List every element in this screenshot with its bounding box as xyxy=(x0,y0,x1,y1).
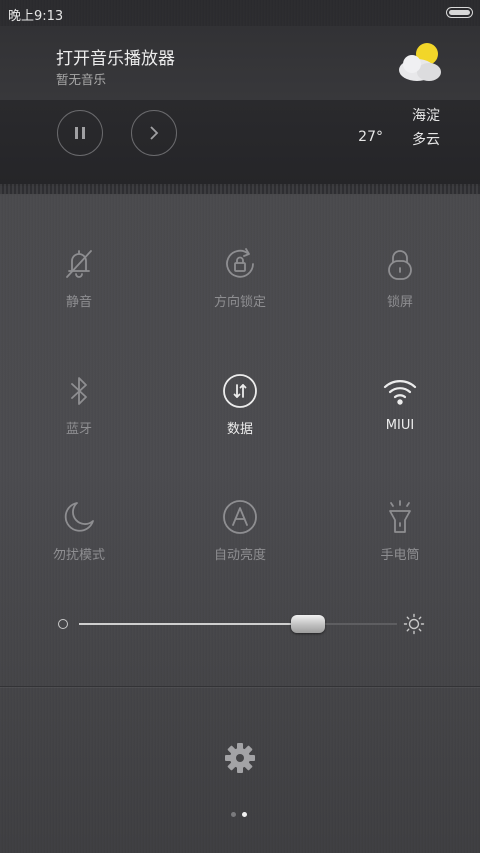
brightness-high-icon xyxy=(403,613,425,635)
brightness-slider[interactable] xyxy=(56,612,426,636)
weather-condition: 多云 xyxy=(412,132,440,148)
toggle-wifi[interactable]: MIUI xyxy=(335,373,465,453)
toggle-auto-brightness[interactable]: 自动亮度 xyxy=(175,499,305,579)
toggle-bluetooth[interactable]: 蓝牙 xyxy=(14,373,144,453)
toggle-label: MIUI xyxy=(385,418,415,433)
brightness-low-icon xyxy=(58,619,68,629)
partly-cloudy-icon[interactable] xyxy=(395,40,445,84)
chevron-right-icon xyxy=(150,126,159,140)
slider-fill xyxy=(79,623,308,625)
panel-divider xyxy=(0,184,480,194)
toggle-mobile-data[interactable]: 数据 xyxy=(175,373,305,453)
next-button[interactable] xyxy=(131,110,177,156)
status-time: 晚上9:13 xyxy=(8,9,64,24)
toggle-do-not-disturb[interactable]: 勿扰模式 xyxy=(14,499,144,579)
music-title[interactable]: 打开音乐播放器 xyxy=(56,44,175,69)
battery-icon xyxy=(446,7,473,18)
toggle-label: 方向锁定 xyxy=(213,295,266,310)
bell-off-icon xyxy=(66,250,92,278)
slider-thumb[interactable] xyxy=(290,615,325,633)
toggle-label: 锁屏 xyxy=(386,295,413,310)
auto-brightness-icon xyxy=(223,500,257,534)
notification-shade: 晚上9:13 打开音乐播放器 暂无音乐 海淀 27° 多云 静音 方向锁定 锁屏… xyxy=(0,0,480,853)
toggle-label: 蓝牙 xyxy=(65,422,92,437)
status-bar: 晚上9:13 xyxy=(0,0,480,26)
toggle-label: 自动亮度 xyxy=(213,548,266,563)
page-dot xyxy=(231,812,236,817)
gear-icon[interactable] xyxy=(224,742,256,774)
rotation-lock-icon xyxy=(226,248,254,278)
toggle-lock-screen[interactable]: 锁屏 xyxy=(335,246,465,326)
mobile-data-icon xyxy=(223,374,257,408)
bluetooth-icon xyxy=(71,377,87,405)
pause-icon xyxy=(75,127,85,139)
toggle-mute[interactable]: 静音 xyxy=(14,246,144,326)
toggle-label: 静音 xyxy=(65,295,92,310)
lock-icon xyxy=(388,250,412,280)
page-indicator xyxy=(229,812,251,818)
battery-level xyxy=(449,10,470,15)
toggle-label: 手电筒 xyxy=(380,548,420,563)
weather-temperature: 27° xyxy=(358,129,383,145)
section-divider xyxy=(0,686,480,687)
flashlight-icon xyxy=(389,500,411,533)
page-dot-active xyxy=(242,812,247,817)
toggle-rotation-lock[interactable]: 方向锁定 xyxy=(175,246,305,326)
toggle-label: 勿扰模式 xyxy=(52,548,105,563)
weather-city[interactable]: 海淀 xyxy=(412,105,440,125)
wifi-icon xyxy=(383,380,417,405)
moon-icon xyxy=(64,502,94,532)
pause-button[interactable] xyxy=(57,110,103,156)
slider-track[interactable] xyxy=(79,623,397,625)
toggle-label: 数据 xyxy=(226,422,253,437)
toggle-flashlight[interactable]: 手电筒 xyxy=(335,499,465,579)
music-subtitle: 暂无音乐 xyxy=(56,72,107,87)
